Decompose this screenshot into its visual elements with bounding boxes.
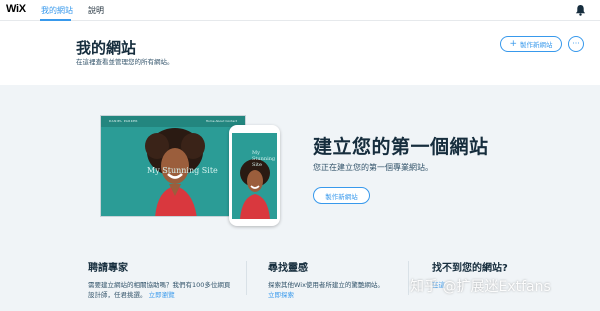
explore-now-link[interactable]: 立即探索 [268, 291, 294, 299]
inspiration-text: 探索其他Wix使用者所建立的驚艷網站。 立即探索 [268, 280, 408, 300]
column-divider [246, 261, 247, 295]
cant-find-site-title: 找不到您的網站? [432, 263, 508, 274]
hire-expert-title: 聘請專家 [88, 263, 128, 274]
mobile-preview-headline: My Stunning Site [252, 150, 276, 168]
create-site-label: 製作新網站 [520, 41, 553, 49]
more-icon: ··· [572, 39, 580, 48]
inspiration-title: 尋找靈感 [268, 263, 308, 274]
hero-create-site-button[interactable]: 製作新網站 [313, 187, 370, 204]
desktop-site-preview: DANIEL PARKER Home About Contact My Stun… [100, 115, 246, 217]
hero-subtitle: 您正在建立您的第一個專業網站。 [313, 163, 433, 172]
preview-menu: Home About Contact [205, 119, 237, 123]
hire-expert-text: 需要建立網站的相關協助嗎？我們有100多位網頁設計師，任君挑選。 立即瀏覽 [88, 280, 233, 300]
page-subtitle: 在這裡查看並管理您的所有網站。 [76, 58, 174, 66]
watermark: 知乎 @扩展迷Extfans [410, 279, 551, 295]
top-bar: WiX 我的網站 說明 [0, 0, 600, 21]
nav-my-sites[interactable]: 我的網站 [41, 5, 73, 16]
preview-headline: My Stunning Site [147, 166, 218, 175]
bell-icon[interactable] [575, 4, 586, 16]
plus-icon: + [509, 38, 518, 49]
inspiration-column: 尋找靈感 探索其他Wix使用者所建立的驚艷網站。 立即探索 [268, 259, 408, 300]
preview-site-name: DANIEL PARKER [109, 119, 138, 123]
create-site-button[interactable]: + 製作新網站 [500, 36, 562, 52]
nav-help[interactable]: 說明 [88, 5, 104, 16]
column-divider [408, 261, 409, 295]
wix-logo[interactable]: WiX [6, 3, 26, 15]
page-header: 我的網站 在這裡查看並管理您的所有網站。 + 製作新網站 ··· [0, 21, 600, 85]
more-options-button[interactable]: ··· [568, 36, 584, 52]
inspiration-description: 探索其他Wix使用者所建立的驚艷網站。 [268, 281, 384, 289]
mobile-preview-screen: My Stunning Site [232, 133, 277, 219]
hero-title: 建立您的第一個網站 [313, 136, 489, 158]
mobile-site-preview: My Stunning Site [229, 125, 280, 226]
page-title: 我的網站 [76, 39, 137, 57]
hire-expert-column: 聘請專家 需要建立網站的相關協助嗎？我們有100多位網頁設計師，任君挑選。 立即… [88, 259, 233, 300]
browse-now-link[interactable]: 立即瀏覽 [149, 291, 175, 299]
